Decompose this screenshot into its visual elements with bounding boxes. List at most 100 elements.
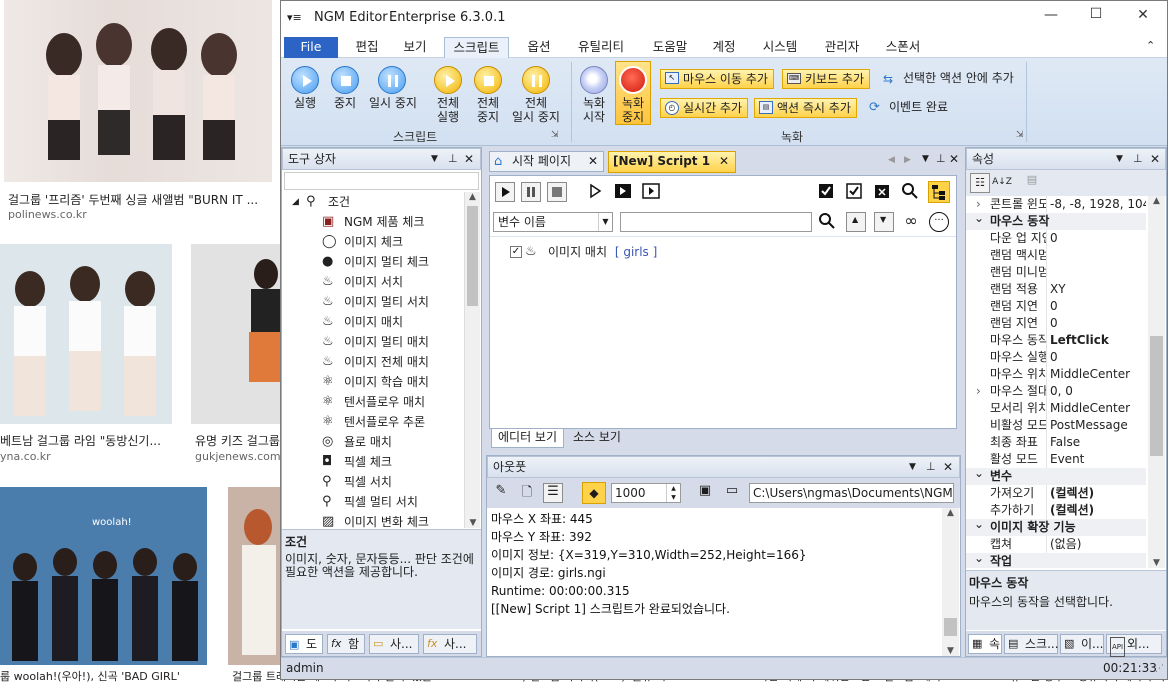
script-line-image-match[interactable]: ✓ ♨ 이미지 매치 [ girls ]	[510, 243, 657, 261]
property-row[interactable]: 랜덤 적용 XY	[966, 281, 1146, 298]
property-row[interactable]: 랜덤 미니멈	[966, 264, 1146, 281]
tab-properties[interactable]: ▦ 속	[968, 634, 1002, 654]
property-row[interactable]: 비활성 모드 PostMessage	[966, 417, 1146, 434]
more-options-button[interactable]: ···	[929, 212, 949, 232]
property-row[interactable]: ›콘트롤 윈도-8, -8, 1928, 1048	[966, 196, 1146, 213]
find-button[interactable]	[901, 182, 921, 202]
tab-user-1[interactable]: ▭ 사...	[369, 634, 419, 654]
tab-view[interactable]: 보기	[397, 37, 433, 58]
resize-grip-icon[interactable]: ⋰	[1155, 664, 1164, 674]
tab-account[interactable]: 계정	[706, 37, 742, 58]
spin-down-icon[interactable]: ▼	[666, 493, 680, 502]
line-count-input[interactable]: 1000 ▲ ▼	[611, 483, 681, 503]
scroll-up-arrow-icon[interactable]: ▲	[942, 508, 959, 518]
pane-menu-icon[interactable]: ▼	[431, 149, 438, 169]
clear-output-button[interactable]: ✎	[491, 483, 511, 503]
property-category[interactable]: ⌄ 작업	[966, 550, 1146, 568]
pin-icon[interactable]: ⊥	[926, 457, 936, 477]
tab-left-arrow-icon[interactable]: ◀	[888, 155, 895, 165]
toolbox-scrollbar[interactable]: ▲ ▼	[464, 192, 480, 528]
tree-item[interactable]: ⚛ 텐서플로우 추론	[322, 412, 425, 432]
tree-item[interactable]: ♨ 이미지 멀티 매치	[322, 332, 429, 352]
scroll-down-arrow-icon[interactable]: ▼	[465, 518, 481, 528]
pane-menu-icon[interactable]: ▼	[1116, 149, 1123, 169]
open-folder-button[interactable]: ▭	[722, 483, 742, 503]
log-path-input[interactable]: C:\Users\ngmas\Documents\NGM6\	[749, 483, 954, 503]
properties-scrollbar[interactable]: ▲ ▼	[1148, 196, 1165, 568]
alphabetical-button[interactable]: A↓Z	[992, 173, 1012, 193]
output-scrollbar[interactable]: ▲ ▼	[942, 508, 959, 656]
tree-item[interactable]: ◎ 욜로 매치	[322, 432, 392, 452]
record-group-launcher-icon[interactable]: ⇲	[1016, 130, 1024, 140]
property-row[interactable]: 가져오기 (컬렉션)	[966, 485, 1146, 502]
scroll-thumb[interactable]	[1150, 336, 1163, 456]
scroll-down-arrow-icon[interactable]: ▼	[1148, 558, 1165, 568]
add-action-now-button[interactable]: ▤ 액션 즉시 추가	[754, 98, 857, 118]
news-image-1[interactable]	[4, 0, 272, 182]
tab-file[interactable]: File	[284, 37, 338, 58]
pin-icon[interactable]: ⊥	[936, 152, 946, 165]
property-row[interactable]: 추가하기 (컬렉션)	[966, 502, 1146, 519]
toolbox-search-input[interactable]	[284, 172, 479, 190]
news-image-2[interactable]	[0, 244, 172, 424]
scroll-up-arrow-icon[interactable]: ▲	[1148, 196, 1165, 206]
tree-item[interactable]: ◘ 픽셀 체크	[322, 452, 392, 472]
tab-edit[interactable]: 편집	[349, 37, 385, 58]
tab-script[interactable]: 스크립트	[444, 37, 509, 58]
maximize-button[interactable]: ☐	[1086, 6, 1106, 22]
tree-view-button[interactable]	[928, 181, 950, 203]
save-log-button[interactable]: ▣	[695, 483, 715, 503]
collapse-ribbon-icon[interactable]: ⌃	[1146, 39, 1155, 52]
editor-tab-script1[interactable]: [New] Script 1 ✕	[608, 151, 736, 173]
uncheck-button[interactable]	[873, 182, 893, 202]
tree-item[interactable]: ♨ 이미지 서치	[322, 272, 403, 292]
property-row[interactable]: 모서리 위치 MiddleCenter	[966, 400, 1146, 417]
tab-external[interactable]: API 외...	[1106, 634, 1162, 657]
check-item-button[interactable]	[845, 182, 865, 202]
tab-source-view[interactable]: 소스 보기	[567, 429, 627, 448]
news-image-3[interactable]	[191, 244, 281, 424]
pane-menu-icon[interactable]: ▼	[909, 457, 916, 477]
scroll-up-arrow-icon[interactable]: ▲	[465, 192, 480, 202]
news-image-5[interactable]	[228, 487, 282, 665]
tree-item[interactable]: ● 이미지 멀티 체크	[322, 252, 429, 272]
tree-item[interactable]: ⚛ 텐서플로우 매치	[322, 392, 425, 412]
pin-icon[interactable]: ⊥	[448, 149, 458, 169]
property-row[interactable]: › 마우스 절대 0, 0	[966, 383, 1146, 400]
variable-dropdown[interactable]: 변수 이름 ▼	[493, 212, 613, 232]
prev-match-button[interactable]: ▲	[846, 212, 866, 232]
tab-editor-view[interactable]: 에디터 보기	[491, 429, 564, 448]
pause-tool-button[interactable]	[521, 182, 541, 202]
tab-menu-icon[interactable]: ▼	[922, 154, 929, 164]
add-keyboard-button[interactable]: ⌨ 키보드 추가	[782, 69, 871, 89]
close-pane-icon[interactable]: ✕	[1150, 149, 1160, 169]
tree-item[interactable]: ▣ NGM 제품 체크	[322, 212, 424, 232]
tab-utility[interactable]: 유틸리티	[571, 37, 631, 58]
property-row[interactable]: 마우스 실행 0	[966, 349, 1146, 366]
close-pane-icon[interactable]: ✕	[949, 152, 959, 166]
tab-system[interactable]: 시스템	[756, 37, 804, 58]
news-caption-4[interactable]: 룹 woolah!(우아!), 신곡 'BAD GIRL'	[0, 668, 205, 684]
loop-button[interactable]: ∞	[901, 212, 921, 232]
tab-sponsor[interactable]: 스폰서	[879, 37, 927, 58]
tree-item[interactable]: ⚛ 이미지 학습 매치	[322, 372, 429, 392]
record-stop-button[interactable]: 녹화 중지	[615, 61, 651, 125]
expand-arrow-icon[interactable]: ⌄	[974, 550, 984, 567]
variable-search-input[interactable]	[620, 212, 812, 232]
play-step-tool-button[interactable]	[614, 182, 634, 202]
tab-scripts[interactable]: ▤ 스크...	[1004, 634, 1059, 654]
scroll-thumb[interactable]	[944, 618, 957, 636]
add-realtime-button[interactable]: ◴ 실시간 추가	[660, 98, 749, 118]
property-row[interactable]: 다운 업 지연0	[966, 230, 1146, 247]
tab-function[interactable]: fx 함	[327, 634, 365, 654]
tab-toolbox[interactable]: ▣ 도	[285, 634, 323, 654]
scroll-thumb[interactable]	[467, 206, 478, 306]
tree-item[interactable]: ⚲ 픽셀 서치	[322, 472, 392, 492]
scroll-down-arrow-icon[interactable]: ▼	[942, 646, 959, 656]
run-tool-button[interactable]	[495, 182, 515, 202]
script-group-launcher-icon[interactable]: ⇲	[551, 130, 559, 140]
news-caption-2[interactable]: 베트남 걸그룹 라임 "동방신기...	[0, 432, 170, 449]
close-pane-icon[interactable]: ✕	[464, 149, 474, 169]
tab-images[interactable]: ▧ 이...	[1060, 634, 1104, 654]
property-row[interactable]: 마우스 위치 MiddleCenter	[966, 366, 1146, 383]
